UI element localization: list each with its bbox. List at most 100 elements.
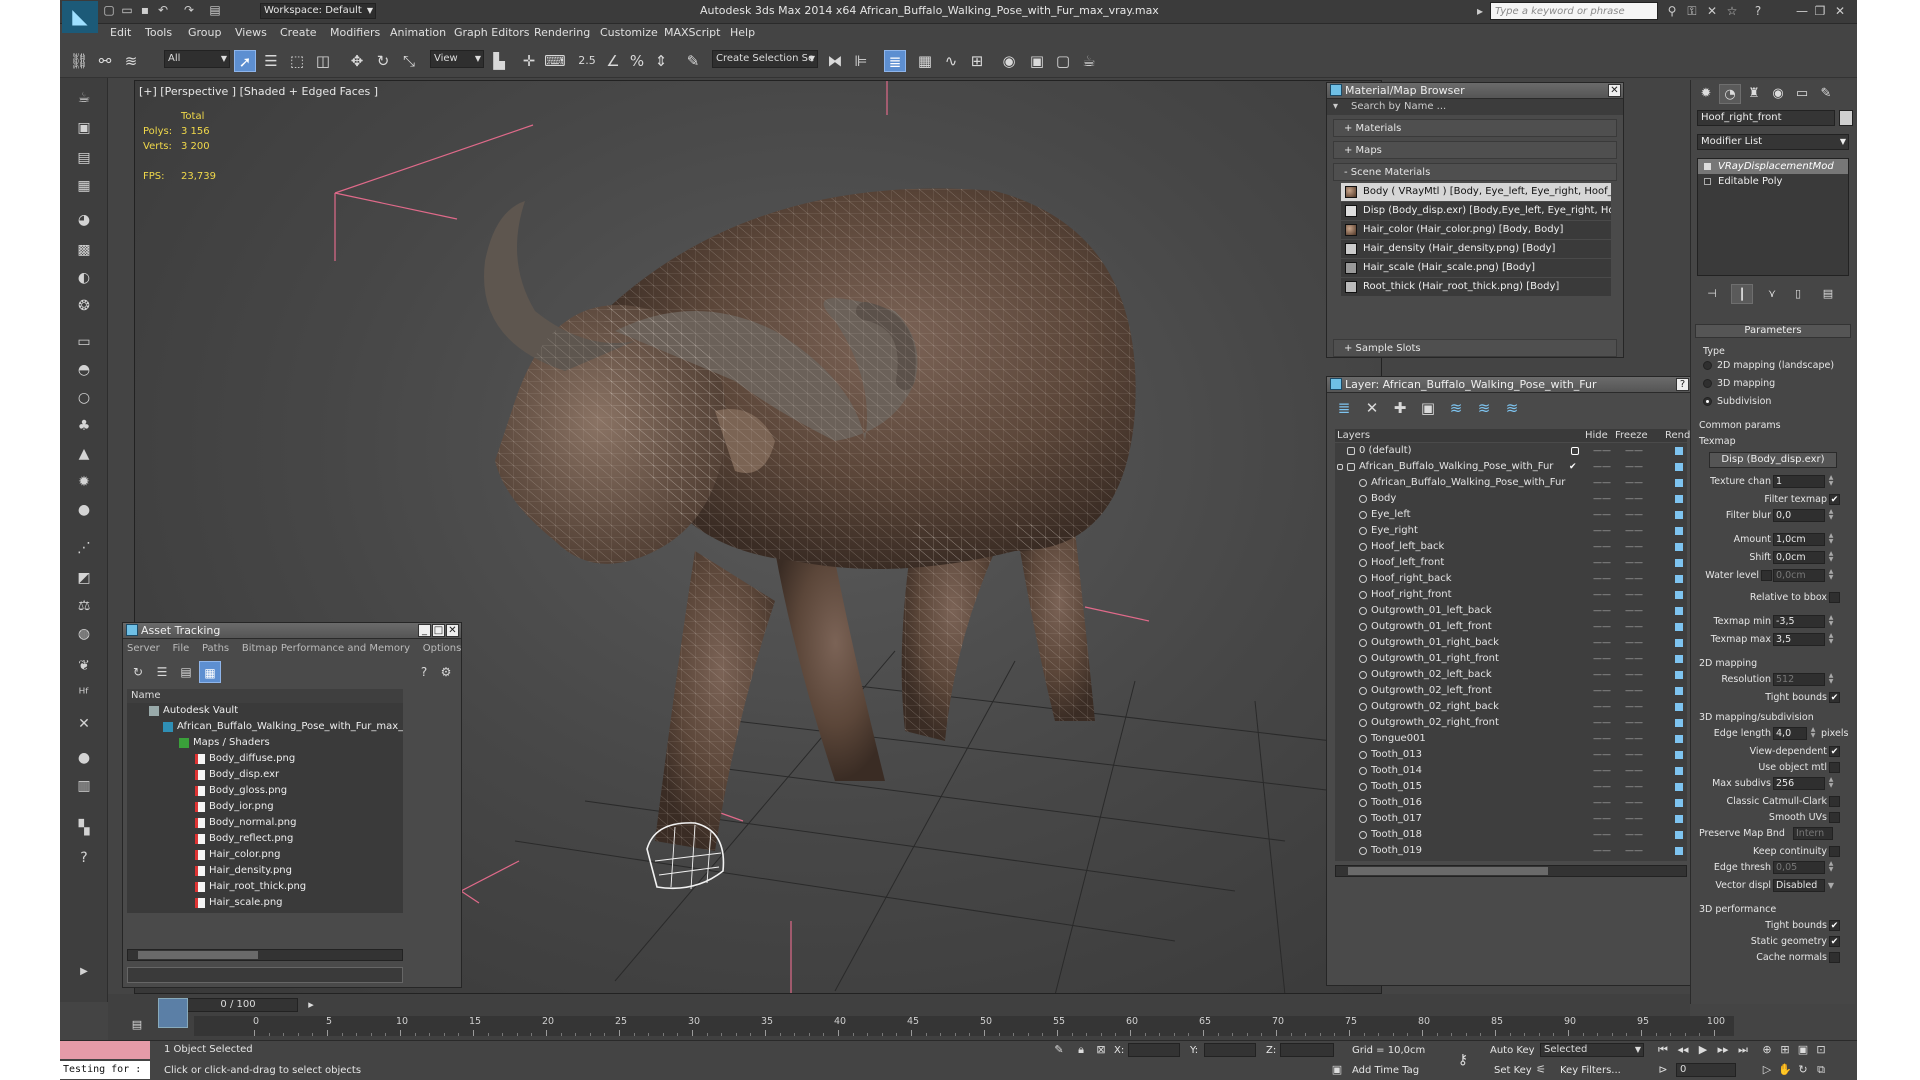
select-and-link-icon[interactable]: ⛓ xyxy=(68,50,90,72)
freeze-toggle[interactable]: —— xyxy=(1625,715,1643,731)
app-logo-icon[interactable]: ◣ xyxy=(62,1,98,33)
named-selection-select[interactable]: Create Selection Se ▼ xyxy=(712,50,818,68)
hide-toggle[interactable]: —— xyxy=(1593,811,1611,827)
hide-toggle[interactable]: —— xyxy=(1593,715,1611,731)
preserve-map-bnd-select[interactable]: Intern xyxy=(1793,827,1833,840)
rotate-icon[interactable]: ↻ xyxy=(372,50,394,72)
menu-help[interactable]: Help xyxy=(730,26,755,39)
calendar-icon[interactable]: ▥ xyxy=(73,776,95,796)
catmull-clark-checkbox[interactable] xyxy=(1829,796,1840,807)
expand-icon[interactable] xyxy=(1704,178,1711,185)
set-key-icon[interactable]: ⚟ xyxy=(1534,1063,1548,1077)
globe-icon[interactable]: ◍ xyxy=(73,624,95,644)
percent-snap-icon[interactable]: % xyxy=(626,50,648,72)
freeze-toggle[interactable]: —— xyxy=(1625,843,1643,859)
render-icon[interactable] xyxy=(1675,655,1683,663)
hide-toggle[interactable]: —— xyxy=(1593,475,1611,491)
key-filters-button[interactable]: Key Filters... xyxy=(1560,1065,1621,1076)
layer-row-parent[interactable]: African_Buffalo_Walking_Pose_with_Fur ✔ ——… xyxy=(1335,459,1687,475)
bind-space-warp-icon[interactable]: ≋ xyxy=(120,50,142,72)
amount-field[interactable]: 1,0cm xyxy=(1773,533,1825,546)
asset-row-map[interactable]: Hair_root_thick.png xyxy=(127,879,403,895)
settings-icon[interactable]: ⚙ xyxy=(435,661,457,683)
close-icon[interactable]: ✕ xyxy=(446,624,459,637)
select-manipulate-icon[interactable]: ✛ xyxy=(518,50,540,72)
time-tag-icon[interactable]: ▣ xyxy=(1330,1063,1344,1077)
edge-length-field[interactable]: 4,0 xyxy=(1773,727,1807,740)
ribbon-icon[interactable]: ▤ xyxy=(73,148,95,168)
filter-texmap-checkbox[interactable]: ✔ xyxy=(1829,494,1840,505)
layer-row-object[interactable]: Hoof_right_back —— —— xyxy=(1335,571,1687,587)
layer-row-object[interactable]: Tooth_018 —— —— xyxy=(1335,827,1687,843)
angle-snap-icon[interactable]: ∠ xyxy=(602,50,624,72)
freeze-toggle[interactable]: —— xyxy=(1625,475,1643,491)
mirror-icon[interactable]: ⧓ xyxy=(824,50,846,72)
track-bar[interactable]: 0 5 10 15 20 25 30 35 40 45 50 55 60 65 70 75 80 85 90 95 10… xyxy=(194,1016,1734,1036)
render-icon[interactable] xyxy=(1675,575,1683,583)
layer-row-object[interactable]: Eye_right —— —— xyxy=(1335,523,1687,539)
render-icon[interactable] xyxy=(1675,815,1683,823)
render-icon[interactable] xyxy=(1675,751,1683,759)
layer-row-object[interactable]: Tooth_017 —— —— xyxy=(1335,811,1687,827)
utilities-tab-icon[interactable]: ✎ xyxy=(1815,84,1837,104)
project-folder-icon[interactable]: ▤ xyxy=(208,3,222,17)
make-unique-icon[interactable]: ⋎ xyxy=(1761,284,1783,304)
freeze-toggle[interactable]: —— xyxy=(1625,619,1643,635)
next-key-icon[interactable]: ▸▸ xyxy=(1716,1043,1730,1057)
spinner-icon[interactable]: ▲ ▼ xyxy=(1827,861,1835,874)
spinner-icon[interactable]: ▲ ▼ xyxy=(1809,727,1817,740)
remove-modifier-icon[interactable]: ▯ xyxy=(1787,284,1809,304)
hide-all-icon[interactable]: ≋ xyxy=(1473,397,1495,419)
menu-rendering[interactable]: Rendering xyxy=(534,26,590,39)
menu-maxscript[interactable]: MAXScript xyxy=(664,26,720,39)
render-icon[interactable]: ▣ xyxy=(73,118,95,138)
hide-toggle[interactable]: —— xyxy=(1593,539,1611,555)
hide-toggle[interactable]: —— xyxy=(1593,747,1611,763)
light-icon[interactable]: ◕ xyxy=(73,210,95,230)
schematic-view-icon[interactable]: ⊞ xyxy=(966,50,988,72)
teapot-icon[interactable]: ☕ xyxy=(73,88,95,108)
shift-field[interactable]: 0,0cm xyxy=(1773,551,1825,564)
material-item-root-thick[interactable]: Root_thick (Hair_root_thick.png) [Body] xyxy=(1341,278,1611,296)
layer-row-object[interactable]: Outgrowth_02_left_back —— —— xyxy=(1335,667,1687,683)
freeze-toggle[interactable]: —— xyxy=(1625,459,1643,475)
restore-icon[interactable]: ❐ xyxy=(1812,3,1828,19)
render-icon[interactable] xyxy=(1675,559,1683,567)
spinner-icon[interactable]: ▲ ▼ xyxy=(1827,615,1835,628)
camera-icon[interactable]: ▩ xyxy=(73,240,95,260)
edit-named-selection-icon[interactable]: ✎ xyxy=(682,50,704,72)
hide-toggle[interactable]: —— xyxy=(1593,443,1611,459)
object-name-field[interactable]: Hoof_right_front xyxy=(1697,110,1835,126)
scrollbar-thumb[interactable] xyxy=(138,951,258,959)
asset-row-map[interactable]: Body_ior.png xyxy=(127,799,403,815)
layer-row-object[interactable]: Outgrowth_01_right_back —— —— xyxy=(1335,635,1687,651)
spinner-icon[interactable]: ▲ ▼ xyxy=(1827,777,1835,790)
freeze-toggle[interactable]: —— xyxy=(1625,779,1643,795)
layer-row-object[interactable]: Outgrowth_01_left_front —— —— xyxy=(1335,619,1687,635)
grid-icon[interactable]: ▦ xyxy=(73,176,95,196)
viewport-label[interactable]: [+] [Perspective ] [Shaded + Edged Faces… xyxy=(139,85,378,98)
menu-modifiers[interactable]: Modifiers xyxy=(330,26,380,39)
cone-icon[interactable]: ▲ xyxy=(73,444,95,464)
render-icon[interactable] xyxy=(1675,719,1683,727)
hide-toggle[interactable]: —— xyxy=(1593,683,1611,699)
go-to-start-icon[interactable]: ⏮ xyxy=(1656,1043,1670,1057)
freeze-toggle[interactable]: —— xyxy=(1625,795,1643,811)
render-icon[interactable] xyxy=(1675,671,1683,679)
freeze-toggle[interactable]: —— xyxy=(1625,635,1643,651)
orbit-icon[interactable]: ↻ xyxy=(1796,1063,1810,1077)
material-editor-icon[interactable]: ◉ xyxy=(998,50,1020,72)
material-item-hair-density[interactable]: Hair_density (Hair_density.png) [Body] xyxy=(1341,240,1611,258)
move-icon[interactable]: ✥ xyxy=(346,50,368,72)
layer-row-object[interactable]: Hoof_left_back —— —— xyxy=(1335,539,1687,555)
key-icon[interactable]: ⚷ xyxy=(1456,1053,1470,1067)
col-render[interactable]: Rend xyxy=(1665,429,1690,442)
chevron-right-icon[interactable]: ▸ xyxy=(1472,3,1488,19)
delete-layer-icon[interactable]: ✕ xyxy=(1361,397,1383,419)
expand-icon[interactable]: ▶ xyxy=(73,962,95,982)
freeze-toggle[interactable]: —— xyxy=(1625,651,1643,667)
cache-normals-checkbox[interactable] xyxy=(1829,952,1840,963)
water-level-field[interactable]: 0,0cm xyxy=(1773,569,1825,582)
asset-row-map[interactable]: Body_disp.exr xyxy=(127,767,403,783)
maximize-viewport-icon[interactable]: ⧉ xyxy=(1814,1063,1828,1077)
